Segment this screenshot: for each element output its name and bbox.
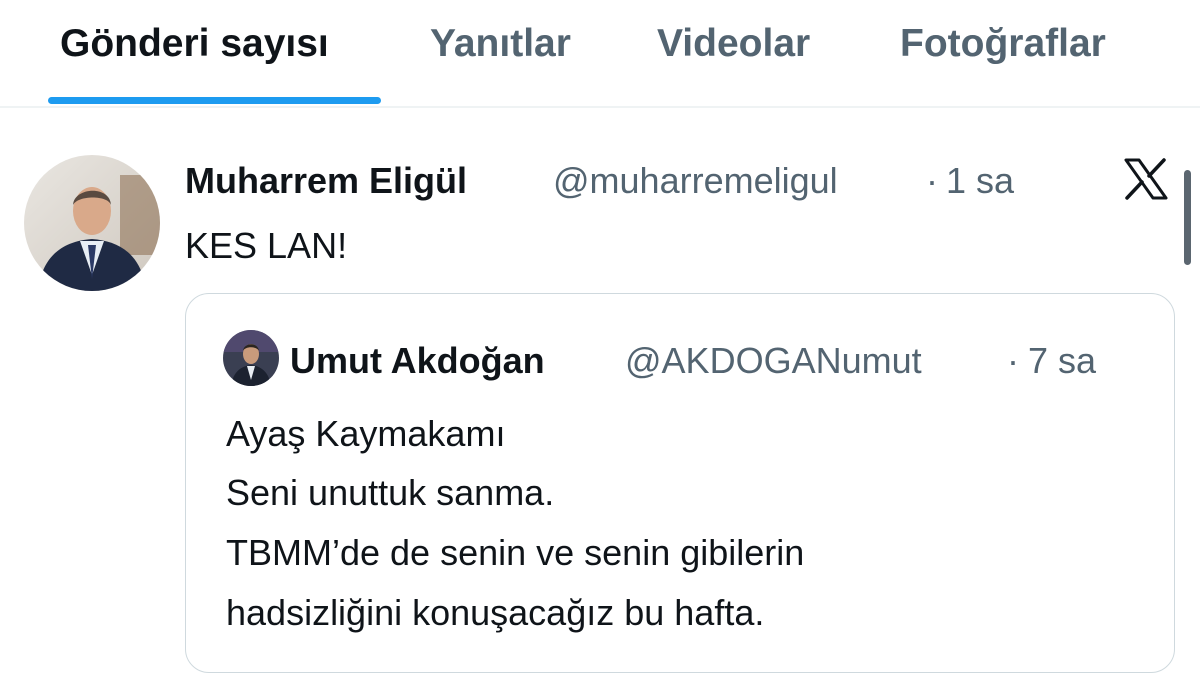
profile-tabs: Gönderi sayısı Yanıtlar Videolar Fotoğra… [0,0,1200,108]
quoted-author-handle[interactable]: @AKDOGANumut [625,340,922,382]
meta-separator: · [926,160,938,201]
author-avatar[interactable] [24,155,160,291]
quoted-author-name[interactable]: Umut Akdoğan [290,340,545,382]
quoted-text-line: Seni unuttuk sanma. [226,472,555,513]
x-logo-icon [1124,158,1168,205]
quoted-meta-separator: · [1007,340,1019,381]
active-tab-indicator [48,97,381,104]
quoted-tweet-timestamp[interactable]: 7 sa [1028,340,1096,382]
quoted-author-avatar[interactable] [223,330,279,386]
scrollbar[interactable] [1184,170,1191,265]
quoted-text-line: Ayaş Kaymakamı [226,413,506,454]
author-name[interactable]: Muharrem Eligül [185,160,467,202]
tab-videos[interactable]: Videolar [657,22,810,66]
tab-photos[interactable]: Fotoğraflar [900,22,1106,66]
tweet-text: KES LAN! [185,225,348,266]
author-handle[interactable]: @muharremeligul [553,160,838,202]
tab-replies[interactable]: Yanıtlar [430,22,571,66]
quoted-text-line: TBMM’de de senin ve senin gibilerin [226,532,805,573]
quoted-text-line: hadsizliğini konuşacağız bu hafta. [226,592,765,633]
avatar-portrait-icon [24,155,160,291]
tab-posts[interactable]: Gönderi sayısı [60,22,329,66]
quoted-avatar-portrait-icon [223,330,279,386]
tweet-timestamp[interactable]: 1 sa [946,160,1014,202]
